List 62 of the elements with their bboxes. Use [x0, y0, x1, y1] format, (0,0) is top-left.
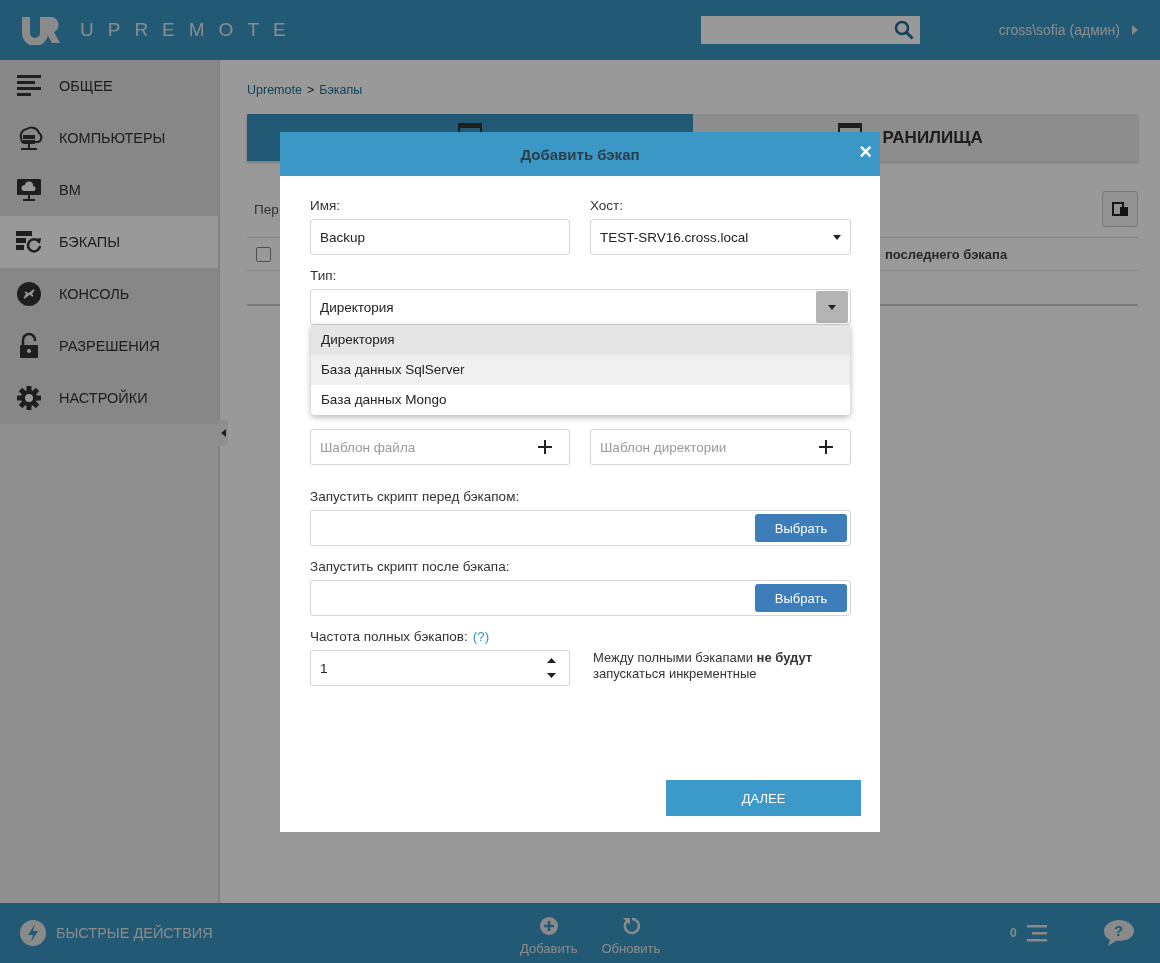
window-icon [837, 123, 862, 132]
next-button[interactable]: ДАЛЕЕ [666, 780, 861, 816]
search-icon [894, 20, 914, 40]
breadcrumb-link[interactable]: Upremote [247, 83, 302, 97]
breadcrumb-link[interactable]: Бэкапы [319, 83, 363, 97]
sidebar-item[interactable]: БЭКАПЫ [0, 216, 218, 268]
field-label: Запустить скрипт после бэкапа: [310, 558, 510, 576]
search-field[interactable] [701, 16, 920, 44]
server-refresh-icon [15, 228, 43, 256]
close-button[interactable]: × [859, 140, 872, 164]
refresh-icon [621, 916, 640, 935]
console-icon [15, 280, 43, 308]
plus-circle-icon [539, 916, 558, 935]
dropdown-option[interactable]: Директория [311, 325, 850, 355]
caret-icon [1132, 25, 1138, 35]
lightning-icon [20, 920, 46, 946]
plus-icon[interactable] [538, 440, 552, 454]
type-dropdown[interactable]: Директория [310, 289, 851, 325]
columns-button[interactable] [1102, 191, 1138, 227]
host-dropdown[interactable]: TEST-SRV16.cross.local [590, 219, 851, 255]
column-header: последнего бэкапа [885, 246, 1008, 262]
toolbar-label: Пер [253, 201, 279, 217]
field-label: Тип: [310, 267, 337, 285]
caret-icon [833, 234, 841, 240]
sidebar-item[interactable]: НАСТРОЙКИ [0, 372, 218, 424]
list-icon [1026, 924, 1047, 942]
field-label: Хост: [590, 197, 624, 215]
sidebar-item[interactable]: ВМ [0, 164, 218, 216]
field-label: Запустить скрипт перед бэкапом: [310, 488, 520, 506]
file-field[interactable]: Выбрать [310, 580, 851, 616]
logo-icon [20, 15, 62, 45]
sidebar-item[interactable]: ОБЩЕЕ [0, 60, 218, 112]
plus-icon[interactable] [819, 440, 833, 454]
spinner-icon[interactable] [547, 658, 556, 678]
hint-text: Между полными бэкапами не будут запускаться инкрементные [592, 650, 814, 682]
number-field[interactable]: 1 [310, 650, 570, 686]
field-label: Имя: [310, 197, 341, 215]
file-field[interactable]: Выбрать [310, 510, 851, 546]
dropdown-option[interactable]: База данных SqlServer [311, 355, 850, 385]
breadcrumb-separator: > [306, 83, 315, 97]
dropdown-option[interactable]: База данных Mongo [311, 385, 850, 415]
sidebar-item[interactable]: КОНСОЛЬ [0, 268, 218, 320]
caret-icon [828, 304, 836, 310]
dialog-title: Добавить бэкап [520, 145, 640, 163]
speech-bubble-icon [1103, 919, 1135, 947]
window-icon [457, 123, 482, 132]
sidebar-item[interactable]: КОМПЬЮТЕРЫ [0, 112, 218, 164]
pattern-field[interactable]: Шаблон файла [310, 429, 570, 465]
dropdown-toggle[interactable] [816, 291, 848, 323]
pattern-field[interactable]: Шаблон директории [590, 429, 851, 465]
help-link[interactable]: (?) [472, 628, 490, 646]
monitor-icon [15, 176, 43, 204]
checkbox[interactable] [256, 246, 271, 262]
columns-icon [1112, 202, 1128, 216]
field-label: Частота полных бэкапов: [310, 628, 468, 646]
settings-icon [15, 384, 43, 412]
choose-button[interactable]: Выбрать [755, 514, 847, 542]
sidebar-item[interactable]: РАЗРЕШЕНИЯ [0, 320, 218, 372]
logo-text: UPREMOTE [80, 19, 300, 41]
choose-button[interactable]: Выбрать [755, 584, 847, 612]
text-field[interactable]: Backup [310, 219, 570, 255]
collapse-handle[interactable] [218, 420, 228, 446]
